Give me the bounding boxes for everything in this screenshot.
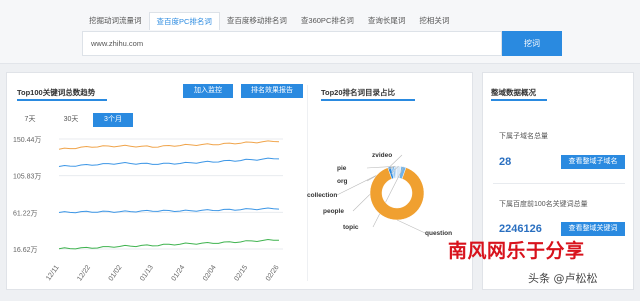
search-tabs: 挖掘动词流量词 查百度PC排名词 查百度移动排名词 查360PC排名词 查询长尾词 挖相关… [82,12,456,30]
x-tick-label: 12/22 [76,264,92,282]
series-line [58,140,280,150]
pie-slice-label: collection [307,192,337,199]
subdomains-value: 28 [499,156,512,168]
search-tab[interactable]: 查询长尾词 [361,12,413,30]
overview-title-underline [491,99,547,101]
pie-leader-line [396,219,426,234]
pie-slice-label: org [337,178,348,185]
domain-input[interactable]: www.zhihu.com [82,31,502,56]
trend-and-pie-charts: 150.44万 105.83万 61.22万 16.62万 12/11 12/22 01/0… [13,136,452,283]
pie-slice-label: pie [337,165,347,172]
watermark-credit: 头条 @卢松松 [528,272,598,285]
search-tab[interactable]: 挖相关词 [412,12,456,30]
x-tick-label: 01/13 [139,264,155,282]
overview-separator [493,183,625,184]
x-tick-label: 02/04 [202,264,218,282]
x-tick-label: 02/26 [265,264,281,282]
series-line [58,238,280,250]
y-tick-label: 105.83万 [13,173,41,181]
x-tick-label: 12/11 [45,264,61,282]
overview-title: 整域数据概况 [491,88,536,97]
y-tick-label: 16.62万 [13,246,38,254]
search-tab[interactable]: 查百度PC排名词 [148,12,220,30]
search-tab[interactable]: 查360PC排名词 [294,12,361,30]
x-tick-label: 01/02 [108,264,124,282]
trend-panel: Top100关键词总数趋势 加入监控 排名效果报告 7天 30天 3个月 Top… [6,72,473,290]
watermark-logo: 南风网乐于分享 [448,240,585,262]
view-keywords-button[interactable]: 查看整域关键词 [561,222,625,236]
search-tab[interactable]: 查百度移动排名词 [220,12,294,30]
subdomains-label: 下属子域名总量 [499,133,548,140]
pie-slice-label: people [323,208,344,215]
search-button[interactable]: 挖词 [502,31,562,56]
y-tick-label: 150.44万 [13,136,41,144]
x-tick-label: 01/24 [171,264,187,282]
keywords-value: 2246126 [499,223,542,235]
search-tab[interactable]: 挖掘动词流量词 [82,12,149,30]
search-panel: 挖掘动词流量词 查百度PC排名词 查百度移动排名词 查360PC排名词 查询长尾词 挖相关… [0,0,640,64]
pie-slice-label: topic [343,224,359,231]
series-line [58,157,280,167]
y-tick-label: 61.22万 [13,209,38,217]
x-tick-label: 02/15 [233,264,249,282]
pie-slice-label: zvideo [372,152,392,159]
keywords-label: 下属百度前100名关键词总量 [499,201,588,208]
view-subdomains-button[interactable]: 查看整域子域名 [561,155,625,169]
